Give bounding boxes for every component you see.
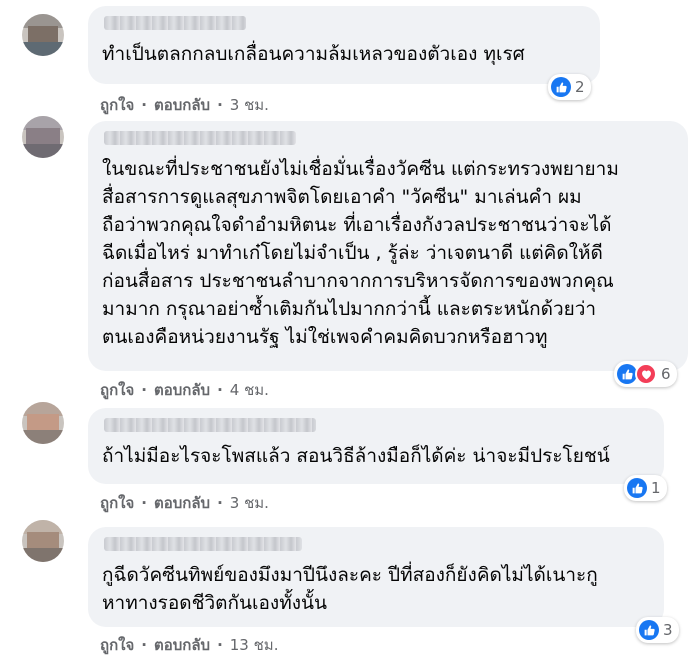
avatar[interactable]	[22, 14, 64, 56]
love-icon	[635, 363, 657, 385]
reaction-summary[interactable]: 6	[614, 361, 677, 387]
reaction-count: 3	[663, 621, 673, 639]
separator-dot: ·	[217, 636, 223, 654]
reply-button[interactable]: ตอบกลับ	[154, 633, 210, 657]
reaction-count: 6	[661, 365, 671, 383]
comment-actions: ถูกใจ · ตอบกลับ · 13 ชม.	[100, 633, 278, 657]
comment-bubble: กูฉีดวัคซีนทิพย์ของมึงมาปีนึงละคะ ปีที่ส…	[88, 527, 664, 627]
comment-text: ทำเป็นตลกกลบเกลื่อนความล้มเหลวของตัวเอง …	[102, 43, 525, 65]
comment-actions: ถูกใจ · ตอบกลับ · 4 ชม.	[100, 378, 269, 402]
comment-bubble: ถ้าไม่มีอะไรจะโพสแล้ว สอนวิธีล้างมือก็ได…	[88, 408, 664, 484]
reaction-count: 2	[575, 78, 585, 96]
separator-dot: ·	[217, 96, 223, 114]
reaction-summary[interactable]: 2	[548, 74, 591, 100]
commenter-name-blurred[interactable]	[104, 537, 302, 551]
comment-text: ถ้าไม่มีอะไรจะโพสแล้ว สอนวิธีล้างมือก็ได…	[102, 445, 610, 467]
timestamp[interactable]: 13 ชม.	[230, 633, 279, 657]
separator-dot: ·	[217, 494, 223, 512]
separator-dot: ·	[141, 636, 147, 654]
reaction-count: 1	[651, 479, 661, 497]
timestamp[interactable]: 3 ชม.	[230, 93, 269, 117]
avatar[interactable]	[22, 520, 64, 562]
like-button[interactable]: ถูกใจ	[100, 378, 134, 402]
comment-text: กูฉีดวัคซีนทิพย์ของมึงมาปีนึงละคะ ปีที่ส…	[102, 564, 598, 614]
like-button[interactable]: ถูกใจ	[100, 633, 134, 657]
timestamp[interactable]: 4 ชม.	[230, 378, 269, 402]
avatar[interactable]	[22, 402, 64, 444]
timestamp[interactable]: 3 ชม.	[230, 491, 269, 515]
separator-dot: ·	[141, 494, 147, 512]
avatar[interactable]	[22, 116, 64, 158]
commenter-name-blurred[interactable]	[104, 418, 316, 432]
like-icon	[617, 364, 637, 384]
comment-actions: ถูกใจ · ตอบกลับ · 3 ชม.	[100, 93, 269, 117]
comment-text: ในขณะที่ประชาชนยังไม่เชื่อมั่นเรื่องวัคซ…	[102, 158, 619, 348]
like-icon	[639, 620, 659, 640]
commenter-name-blurred[interactable]	[104, 131, 296, 145]
reply-button[interactable]: ตอบกลับ	[154, 93, 210, 117]
separator-dot: ·	[217, 381, 223, 399]
reaction-summary[interactable]: 3	[636, 617, 679, 643]
commenter-name-blurred[interactable]	[104, 16, 246, 30]
comment-bubble: ทำเป็นตลกกลบเกลื่อนความล้มเหลวของตัวเอง …	[88, 6, 600, 84]
comment-actions: ถูกใจ · ตอบกลับ · 3 ชม.	[100, 491, 269, 515]
like-icon	[627, 478, 647, 498]
like-button[interactable]: ถูกใจ	[100, 93, 134, 117]
reaction-summary[interactable]: 1	[624, 475, 667, 501]
comment-bubble: ในขณะที่ประชาชนยังไม่เชื่อมั่นเรื่องวัคซ…	[88, 121, 688, 371]
reply-button[interactable]: ตอบกลับ	[154, 378, 210, 402]
like-icon	[551, 77, 571, 97]
separator-dot: ·	[141, 96, 147, 114]
separator-dot: ·	[141, 381, 147, 399]
like-button[interactable]: ถูกใจ	[100, 491, 134, 515]
reply-button[interactable]: ตอบกลับ	[154, 491, 210, 515]
